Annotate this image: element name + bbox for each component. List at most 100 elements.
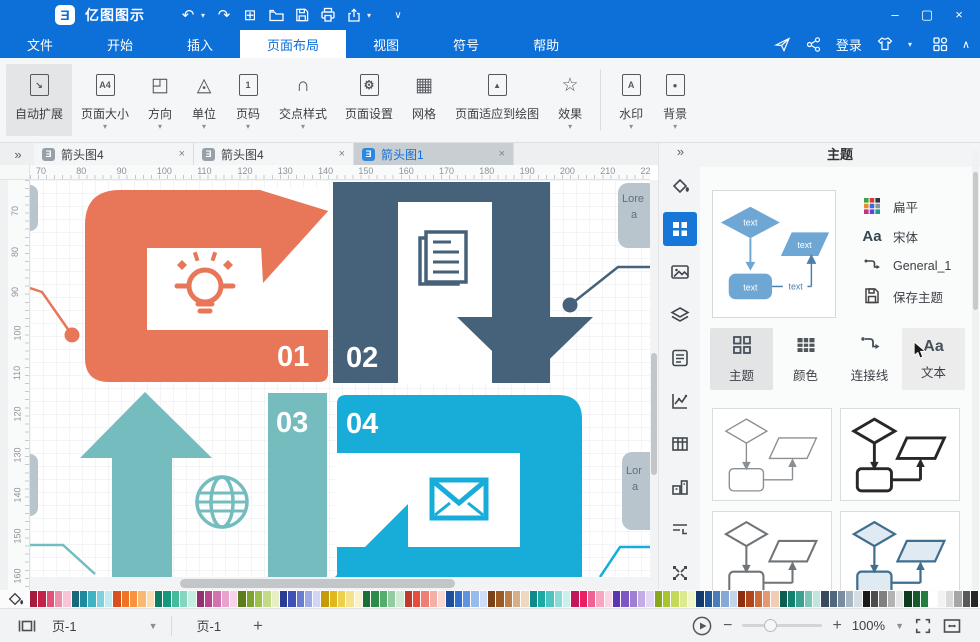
menu-item-页面布局[interactable]: 页面布局: [240, 30, 346, 58]
ribbon-button-auto-expand[interactable]: ↘自动扩展: [6, 64, 72, 136]
open-folder-icon[interactable]: [263, 2, 289, 28]
color-swatch[interactable]: [946, 591, 953, 607]
undo-caret-icon[interactable]: ▾: [201, 11, 211, 20]
color-swatch[interactable]: [38, 591, 45, 607]
color-swatch[interactable]: [263, 591, 270, 607]
color-swatch[interactable]: [55, 591, 62, 607]
redo-icon[interactable]: ↷: [211, 2, 237, 28]
document-tab-2[interactable]: Ǝ箭头图4×: [194, 143, 354, 165]
collapse-toolbar-icon[interactable]: ∨: [385, 2, 411, 28]
color-swatch[interactable]: [371, 591, 378, 607]
color-swatch[interactable]: [738, 591, 745, 607]
color-swatch[interactable]: [197, 591, 204, 607]
fit-width-icon[interactable]: [942, 617, 962, 635]
color-swatch[interactable]: [613, 591, 620, 607]
color-swatch[interactable]: [755, 591, 762, 607]
color-swatch[interactable]: [580, 591, 587, 607]
maximize-button[interactable]: ▢: [914, 3, 940, 27]
share-icon[interactable]: [805, 36, 822, 53]
theme-option-font-aa[interactable]: Aa宋体: [862, 221, 974, 251]
ribbon-button-unit[interactable]: ◬单位▾: [182, 64, 226, 136]
color-swatch[interactable]: [938, 591, 945, 607]
color-swatch[interactable]: [205, 591, 212, 607]
color-swatch[interactable]: [780, 591, 787, 607]
color-swatch[interactable]: [272, 591, 279, 607]
ribbon-button-effect[interactable]: ☆效果▾: [548, 64, 592, 136]
color-swatch[interactable]: [122, 591, 129, 607]
panel-tab-connector[interactable]: 连接线: [838, 328, 901, 390]
color-swatch[interactable]: [846, 591, 853, 607]
scrollbar-thumb[interactable]: [180, 579, 455, 588]
color-swatch[interactable]: [130, 591, 137, 607]
side-toolbar-layers-icon[interactable]: [663, 298, 697, 332]
menu-item-符号[interactable]: 符号: [426, 30, 506, 58]
color-swatch[interactable]: [913, 591, 920, 607]
color-swatch[interactable]: [605, 591, 612, 607]
panel-scrollbar[interactable]: [972, 150, 979, 590]
step-03-shape[interactable]: 03: [80, 392, 327, 577]
menu-item-帮助[interactable]: 帮助: [506, 30, 586, 58]
color-swatch[interactable]: [280, 591, 287, 607]
color-swatch[interactable]: [288, 591, 295, 607]
panel-tab-theme[interactable]: 主题: [710, 328, 773, 390]
color-swatch[interactable]: [405, 591, 412, 607]
color-swatch[interactable]: [530, 591, 537, 607]
theme-thumbnail-theme-medium-gray[interactable]: [712, 511, 832, 590]
step-01-shape[interactable]: 01: [85, 188, 337, 382]
presentation-play-icon[interactable]: [691, 615, 713, 637]
theme-preview-card[interactable]: text text text text: [712, 190, 836, 318]
zoom-out-button[interactable]: −: [723, 617, 732, 635]
drawing-canvas[interactable]: 01 02: [30, 180, 650, 590]
color-swatch[interactable]: [921, 591, 928, 607]
color-swatch[interactable]: [971, 591, 978, 607]
color-swatch[interactable]: [421, 591, 428, 607]
color-swatch[interactable]: [796, 591, 803, 607]
ribbon-button-background[interactable]: ●背景▾: [653, 64, 697, 136]
color-swatch[interactable]: [621, 591, 628, 607]
scrollbar-thumb[interactable]: [973, 172, 978, 310]
close-tab-icon[interactable]: ×: [339, 148, 345, 160]
color-swatch[interactable]: [771, 591, 778, 607]
step-04-shape[interactable]: 04: [335, 395, 582, 577]
color-swatch[interactable]: [505, 591, 512, 607]
export-icon[interactable]: [341, 2, 367, 28]
side-toolbar-note-icon[interactable]: [663, 341, 697, 375]
zoom-value[interactable]: 100%: [852, 618, 885, 633]
color-swatch[interactable]: [680, 591, 687, 607]
ribbon-button-page-number[interactable]: 1页码▾: [226, 64, 270, 136]
side-toolbar-fill-bucket-icon[interactable]: [663, 169, 697, 203]
color-swatch[interactable]: [821, 591, 828, 607]
color-swatch[interactable]: [147, 591, 154, 607]
side-toolbar-outline-icon[interactable]: [663, 513, 697, 547]
new-document-icon[interactable]: ⊞: [237, 2, 263, 28]
theme-option-color-grid[interactable]: 扁平: [862, 191, 974, 221]
color-swatch[interactable]: [63, 591, 70, 607]
color-swatch[interactable]: [655, 591, 662, 607]
side-toolbar-connect-nodes-icon[interactable]: [663, 556, 697, 590]
side-toolbar-theme-icon[interactable]: [663, 212, 697, 246]
print-icon[interactable]: [315, 2, 341, 28]
color-swatch[interactable]: [871, 591, 878, 607]
side-toolbar-chart-icon[interactable]: [663, 384, 697, 418]
side-toolbar-shapes-icon[interactable]: [663, 470, 697, 504]
color-swatch[interactable]: [746, 591, 753, 607]
color-swatch[interactable]: [396, 591, 403, 607]
color-swatch[interactable]: [463, 591, 470, 607]
color-swatch[interactable]: [713, 591, 720, 607]
side-toolbar-table-icon[interactable]: [663, 427, 697, 461]
save-icon[interactable]: [289, 2, 315, 28]
tshirt-caret-icon[interactable]: ▾: [908, 40, 918, 49]
fullscreen-icon[interactable]: [914, 617, 932, 635]
ribbon-button-watermark[interactable]: A水印▾: [609, 64, 653, 136]
zoom-caret-icon[interactable]: ▼: [895, 621, 904, 631]
color-swatch[interactable]: [355, 591, 362, 607]
color-swatch[interactable]: [521, 591, 528, 607]
color-swatch[interactable]: [438, 591, 445, 607]
color-swatch[interactable]: [630, 591, 637, 607]
panel-tab-colors[interactable]: 颜色: [774, 328, 837, 390]
ribbon-button-junction-style[interactable]: ∩交点样式▾: [270, 64, 336, 136]
tab-overflow-icon[interactable]: »: [0, 143, 34, 165]
step-02-shape[interactable]: 02: [333, 182, 593, 383]
color-swatch[interactable]: [696, 591, 703, 607]
color-swatch[interactable]: [788, 591, 795, 607]
